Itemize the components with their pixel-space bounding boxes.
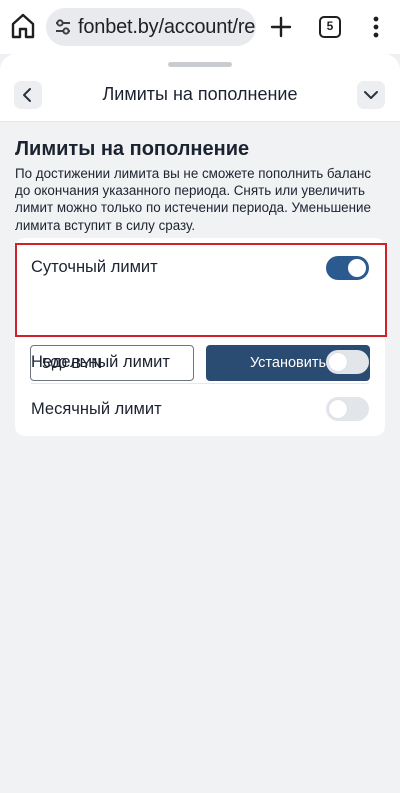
monthly-limit-label: Месячный лимит — [31, 400, 162, 418]
monthly-limit-toggle[interactable] — [326, 397, 369, 421]
browser-toolbar: fonbet.by/account/resp 5 — [0, 0, 400, 54]
weekly-limit-label: Недельный лимит — [31, 353, 170, 371]
collapse-button[interactable] — [357, 81, 385, 109]
sheet-title: Лимиты на пополнение — [102, 84, 298, 104]
chevron-down-icon — [364, 91, 378, 99]
limits-sheet: Лимиты на пополнение Лимиты на пополнени… — [0, 54, 400, 793]
drag-handle[interactable] — [168, 62, 232, 67]
header-divider — [0, 121, 400, 122]
url-text[interactable]: fonbet.by/account/resp — [78, 16, 256, 39]
highlight-frame — [15, 243, 387, 337]
section-title: Лимиты на пополнение — [15, 138, 250, 160]
address-bar[interactable]: fonbet.by/account/resp — [46, 8, 256, 46]
limits-description: По достижении лимита вы не сможете попол… — [15, 166, 372, 233]
home-icon[interactable] — [10, 12, 36, 40]
toggle-knob — [329, 353, 347, 371]
weekly-limit-toggle[interactable] — [326, 350, 369, 374]
new-tab-icon[interactable] — [268, 14, 294, 40]
site-settings-icon[interactable] — [54, 18, 72, 36]
row-divider — [31, 383, 369, 384]
sheet-header: Лимиты на пополнение — [0, 54, 400, 122]
more-menu-icon[interactable] — [366, 14, 386, 40]
tab-switcher-button[interactable]: 5 — [319, 16, 341, 38]
toggle-knob — [329, 400, 347, 418]
